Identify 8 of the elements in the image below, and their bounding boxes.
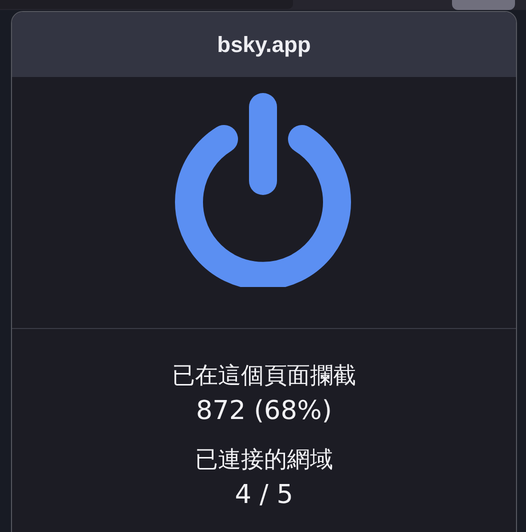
stat-value: 872 (68%) (196, 395, 332, 428)
toolbar-button[interactable] (452, 0, 515, 10)
stat-value: 4 / 5 (234, 479, 294, 512)
site-title: bsky.app (217, 32, 311, 58)
power-icon (174, 93, 354, 287)
stat-label: 已連接的網域 (195, 446, 333, 475)
stat-label: 已在這個頁面攔截 (172, 362, 356, 391)
power-button[interactable] (174, 93, 354, 287)
